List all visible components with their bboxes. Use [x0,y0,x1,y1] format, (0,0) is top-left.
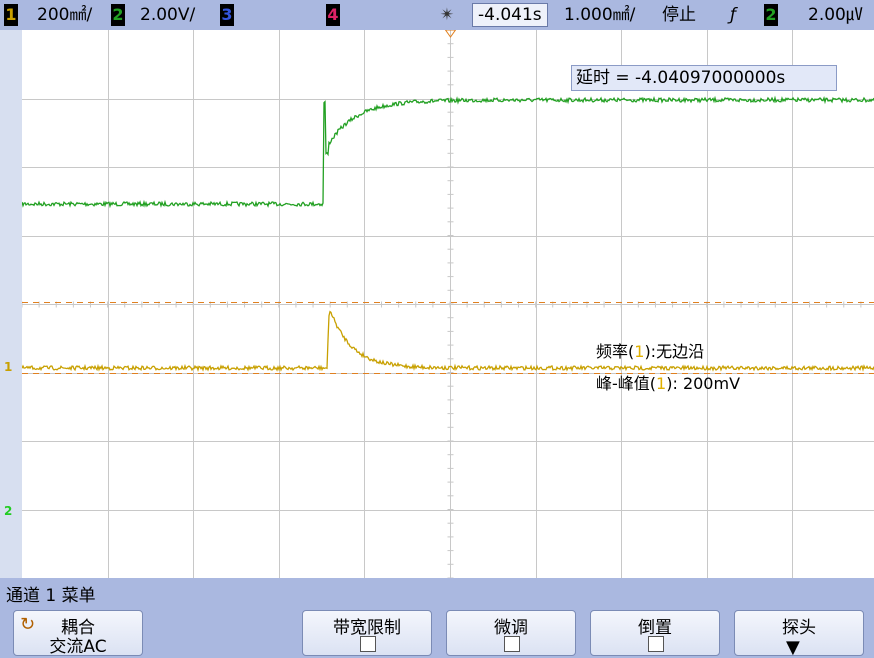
invert-button[interactable]: 倒置 [590,610,720,656]
freq-channel: 1 [634,342,645,361]
bandwidth-limit-checkbox[interactable] [360,636,376,652]
trigger-slope-icon: ƒ [730,5,736,25]
coupling-value: 交流AC [49,637,107,657]
run-mode-icon: ✴ [440,5,455,25]
ch3-indicator[interactable]: 3 [220,4,234,26]
pk-pk-measurement: 峰-峰值(1): 200mV [596,370,740,394]
bandwidth-limit-label: 带宽限制 [333,618,401,638]
acquisition-status: 停止 [662,5,696,25]
probe-button[interactable]: 探头 ▼ [734,610,864,658]
status-bar: 1 200㎟/ 2 2.00V/ 3 4 ✴ -4.041s 1.000㎟/ 停… [0,0,874,30]
ch1-ground-marker[interactable]: 1 [4,360,12,374]
coupling-button[interactable]: ↻ 耦合 交流AC [13,610,143,657]
menu-title: 通道 1 菜单 [6,586,96,606]
trigger-level[interactable]: 2.00㎶ [808,4,863,26]
freq-prefix: 频率( [596,342,635,361]
timebase[interactable]: 1.000㎟/ [564,4,635,26]
ch4-indicator[interactable]: 4 [326,4,340,26]
oscilloscope-screen: 1 200㎟/ 2 2.00V/ 3 4 ✴ -4.041s 1.000㎟/ 停… [0,0,874,658]
delay-text: 延时 = -4.04097000000s [576,68,786,88]
ch2-ground-marker[interactable]: 2 [4,504,12,518]
time-offset[interactable]: -4.041s [472,3,548,27]
waveform-display [22,30,874,578]
probe-label: 探头 [782,618,816,638]
ch2-indicator[interactable]: 2 [111,4,125,26]
fine-adjust-checkbox[interactable] [504,636,520,652]
pk-value: ): 200mV [666,374,741,393]
submenu-arrow-icon: ▼ [786,637,800,658]
ch2-waveform [22,95,874,209]
trigger-source-indicator[interactable]: 2 [764,4,778,26]
ch1-indicator[interactable]: 1 [4,4,18,26]
graticule [22,30,874,578]
ch1-scale[interactable]: 200㎟/ [37,4,92,26]
bandwidth-limit-button[interactable]: 带宽限制 [302,610,432,656]
pk-channel: 1 [656,374,667,393]
delay-readout: 延时 = -4.04097000000s [571,65,837,91]
frequency-measurement: 频率(1):无边沿 [596,338,704,362]
fine-adjust-label: 微调 [494,618,528,638]
pk-prefix: 峰-峰值( [596,374,657,393]
fine-adjust-button[interactable]: 微调 [446,610,576,656]
softkey-menu: 通道 1 菜单 ↻ 耦合 交流AC 带宽限制 微调 倒置 探头 ▼ [0,578,874,658]
freq-value: ):无边沿 [644,342,705,361]
invert-label: 倒置 [638,618,672,638]
ch1-waveform [22,310,874,372]
invert-checkbox[interactable] [648,636,664,652]
ch2-scale[interactable]: 2.00V/ [140,4,195,26]
